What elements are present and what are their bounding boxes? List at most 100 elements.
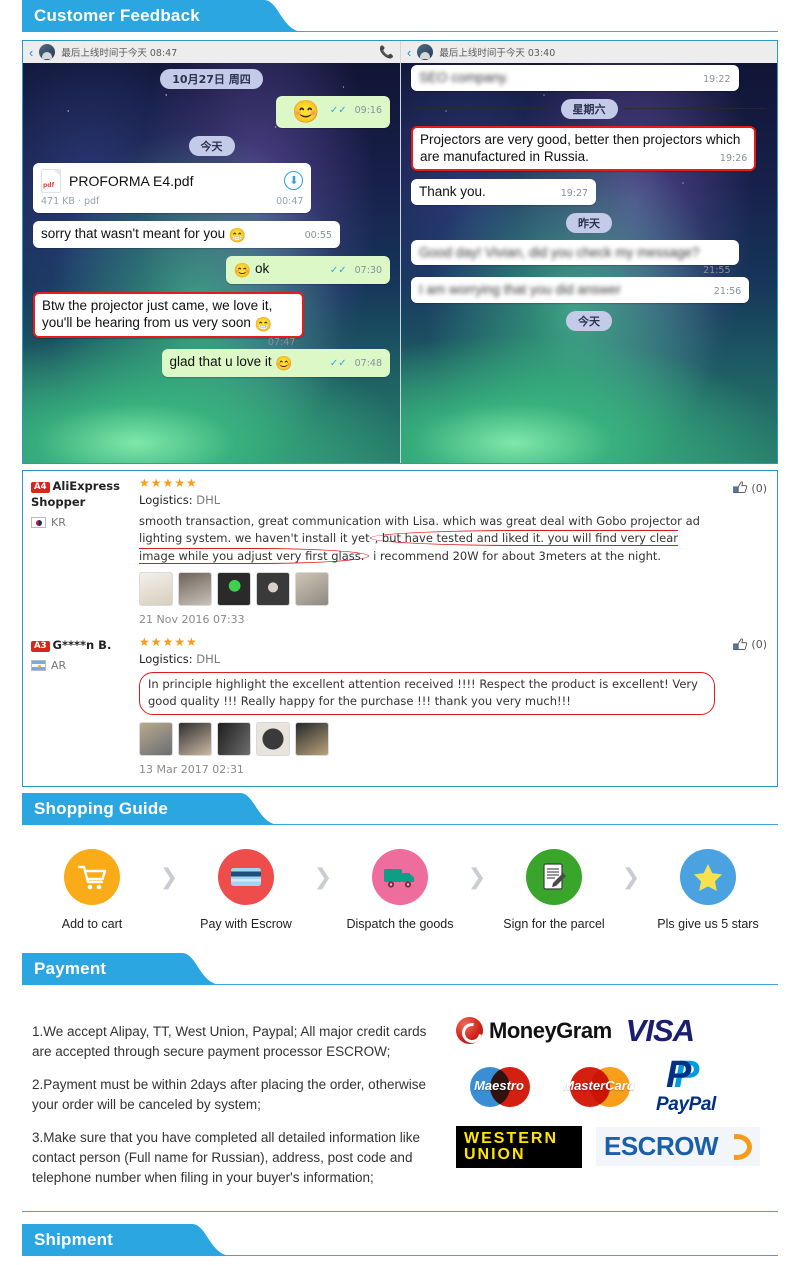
message-bubble: glad that u love it 😊 07:48 ✓✓: [161, 349, 390, 377]
back-arrow-icon[interactable]: ‹: [407, 46, 411, 59]
review-photo-thumbnail[interactable]: [178, 571, 212, 606]
logistics-label: Logistics:: [139, 652, 193, 667]
logo-row-3: WESTERN UNION ESCROW: [456, 1125, 774, 1169]
chat-header-right: ‹ 最后上线时间于今天 03:40: [401, 41, 777, 63]
section-title: Customer Feedback: [34, 6, 200, 25]
payment-term-3: 3.Make sure that you have completed all …: [32, 1130, 420, 1185]
smiley-emoji-icon: 😊: [275, 355, 293, 372]
message-text: sorry that wasn't meant for you: [41, 225, 226, 241]
banner-swoosh-icon: [152, 952, 222, 985]
file-size: 471 KB · pdf: [41, 195, 100, 207]
paypal-wordmark: PayPal: [656, 1093, 716, 1115]
section-banner-shipment: Shipment: [22, 1224, 778, 1257]
review-date: 21 Nov 2016 07:33: [139, 612, 245, 626]
date-pill: 星期六: [560, 98, 618, 119]
payment-method-logos: MoneyGram VISA Maestro MasterCard P P Pa…: [456, 1009, 774, 1201]
file-attachment-card[interactable]: pdf PROFORMA E4.pdf ⬇ 471 KB · pdf 00:47: [33, 162, 312, 213]
customer-reviews-list: A4 AliExpress Shopper KR ★★★★★ Logistics:…: [22, 470, 778, 787]
flag-kr-icon: [31, 517, 46, 529]
chat-panel-right: ‹ 最后上线时间于今天 03:40 SEO company. 19:22 星期六…: [400, 41, 777, 463]
review-photo-thumbnail[interactable]: [217, 571, 251, 606]
download-icon[interactable]: ⬇: [284, 171, 304, 191]
review-photo-thumbnail[interactable]: [217, 721, 251, 756]
chat-header-left: ‹ 最后上线时间于今天 08:47 📞: [23, 41, 400, 63]
thumbs-up-icon[interactable]: [733, 638, 748, 652]
reviewer-info: A4 AliExpress Shopper KR: [31, 477, 131, 626]
call-icon[interactable]: 📞: [379, 45, 394, 59]
message-text: ok: [254, 261, 270, 277]
review-text: smooth transaction, great communication …: [139, 514, 700, 564]
banner-bar: Shopping Guide: [22, 792, 210, 825]
like-count: (0): [751, 481, 767, 495]
avatar: [417, 44, 434, 60]
review-photo-thumbnails: [139, 571, 715, 606]
review-photo-thumbnail[interactable]: [295, 571, 329, 606]
maestro-wordmark: Maestro: [474, 1078, 524, 1094]
date-divider: 星期六: [411, 98, 767, 119]
message-text: SEO company.: [419, 70, 509, 85]
read-receipt-icon: ✓✓: [329, 265, 347, 277]
maestro-logo: Maestro: [456, 1067, 542, 1108]
section-title: Payment: [34, 958, 107, 978]
country-code: AR: [51, 659, 67, 673]
date-pill: 昨天: [566, 212, 612, 233]
guide-step-label: Add to cart: [61, 916, 123, 931]
guide-step-label: Pls give us 5 stars: [657, 916, 759, 931]
payment-terms: 1.We accept Alipay, TT, West Union, Payp…: [32, 1009, 442, 1201]
section-title: Shopping Guide: [34, 798, 169, 818]
highlight-oval: , but have tested and liked it. you will…: [139, 530, 678, 564]
review-photo-thumbnail[interactable]: [178, 721, 212, 756]
message-time: 00:55: [304, 229, 333, 241]
moneygram-logo: MoneyGram: [456, 1017, 612, 1045]
avatar: [39, 44, 56, 60]
review-photo-thumbnail[interactable]: [139, 571, 173, 606]
review-text: In principle highlight the excellent att…: [139, 672, 715, 715]
review-photo-thumbnail[interactable]: [256, 571, 290, 606]
review-like-control[interactable]: (0): [733, 638, 767, 652]
guide-step-label: Sign for the parcel: [503, 916, 605, 931]
message-text: Good day! Vivian, did you check my messa…: [419, 244, 700, 260]
guide-step-sign-parcel: Sign for the parcel: [498, 848, 610, 931]
guide-step-five-stars: Pls give us 5 stars: [652, 848, 764, 931]
review-item: A4 AliExpress Shopper KR ★★★★★ Logistics:…: [31, 476, 769, 626]
message-bubble: 😊 ok 07:30 ✓✓: [225, 256, 390, 284]
smiley-emoji-icon: 😊: [233, 262, 252, 279]
date-pill: 10月27日 周四: [160, 69, 263, 89]
thumbs-up-icon[interactable]: [733, 481, 748, 495]
chat-body-left: 10月27日 周四 😊 09:16 ✓✓ 今天 pdf PROFORMA E4.…: [23, 63, 400, 463]
message-time: 21:55: [703, 265, 731, 277]
review-photo-thumbnail[interactable]: [295, 721, 329, 756]
chevron-right-icon: ❯: [159, 864, 179, 890]
reviewer-name-text: G****n B.: [52, 637, 112, 652]
flag-ar-icon: [31, 660, 46, 672]
review-photo-thumbnail[interactable]: [256, 721, 290, 756]
date-pill: 今天: [188, 135, 235, 156]
reviewer-info: A3 G****n B. AR: [31, 636, 131, 776]
western-union-wordmark: WESTERN UNION: [464, 1130, 558, 1164]
back-arrow-icon[interactable]: ‹: [29, 46, 33, 59]
reviewer-country: AR: [31, 659, 131, 672]
delivery-truck-icon: [372, 848, 428, 905]
paypal-logo: P P PayPal: [656, 1056, 716, 1116]
read-receipt-icon: ✓✓: [329, 105, 347, 116]
grin-emoji-icon: 😁: [228, 226, 247, 243]
review-photo-thumbnail[interactable]: [139, 721, 173, 756]
banner-bar: Customer Feedback: [22, 0, 234, 32]
review-like-control[interactable]: (0): [733, 481, 767, 495]
chat-last-seen: 最后上线时间于今天 08:47: [61, 48, 178, 59]
message-time: 21:56: [713, 286, 742, 298]
logistics-value: DHL: [196, 493, 221, 508]
file-name: PROFORMA E4.pdf: [69, 172, 194, 189]
message-text: I am worrying that you did answer: [419, 282, 621, 298]
review-item: A3 G****n B. AR ★★★★★ Logistics: DHL In p…: [31, 635, 769, 776]
guide-step-dispatch: Dispatch the goods: [344, 848, 456, 931]
message-time: 00:47: [276, 195, 304, 207]
message-bubble: Good day! Vivian, did you check my messa…: [411, 239, 739, 276]
chevron-right-icon: ❯: [467, 864, 487, 890]
date-pill: 今天: [566, 311, 612, 332]
section-banner-payment: Payment: [22, 952, 778, 985]
section-banner-shopping-guide: Shopping Guide: [22, 792, 778, 825]
shopping-cart-icon: [64, 848, 120, 905]
message-time: 07:47: [267, 337, 296, 349]
moneygram-wordmark: MoneyGram: [489, 1017, 612, 1043]
